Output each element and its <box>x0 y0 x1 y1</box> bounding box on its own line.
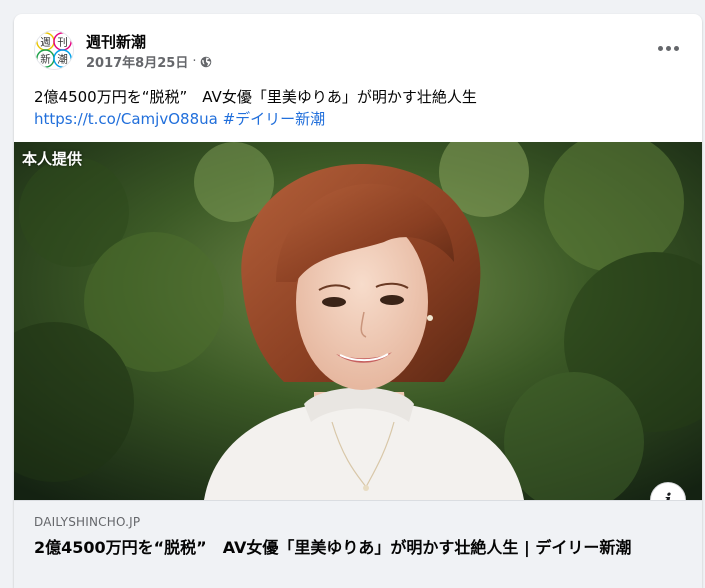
post-meta: 2017年8月25日 · <box>86 52 212 71</box>
post-links-line: https://t.co/CamjvO88ua #デイリー新潮 <box>34 108 684 130</box>
post-message: 2億4500万円を“脱税” AV女優「里美ゆりあ」が明かす壮絶人生 https:… <box>34 86 684 130</box>
more-icon <box>665 45 671 51</box>
avatar[interactable]: 週 刊 新 潮 <box>34 30 74 70</box>
globe-icon <box>201 56 212 67</box>
post-card: 週 刊 新 潮 週刊新潮 2017年8月25日 · 2億4500万円を“脱税” … <box>14 14 702 588</box>
post-url-link[interactable]: https://t.co/CamjvO88ua <box>34 110 218 128</box>
portrait-photo <box>14 142 702 500</box>
image-caption: 本人提供 <box>22 150 83 168</box>
hashtag-link[interactable]: #デイリー新潮 <box>223 110 326 128</box>
meta-separator: · <box>192 54 197 69</box>
avatar-logo-icon: 週 刊 新 潮 <box>35 31 73 69</box>
more-icon <box>673 45 679 51</box>
avatar-char: 週 <box>40 36 51 48</box>
link-preview-image[interactable]: 本人提供 <box>14 142 702 500</box>
more-options-button[interactable] <box>650 34 686 62</box>
link-title[interactable]: 2億4500万円を“脱税” AV女優「里美ゆりあ」が明かす壮絶人生 | デイリー… <box>34 537 674 559</box>
more-icon <box>657 45 663 51</box>
page-name[interactable]: 週刊新潮 <box>86 31 146 52</box>
link-domain: DAILYSHINCHO.JP <box>34 515 141 529</box>
avatar-char: 潮 <box>57 52 67 65</box>
post-text-line: 2億4500万円を“脱税” AV女優「里美ゆりあ」が明かす壮絶人生 <box>34 88 477 106</box>
avatar-char: 新 <box>40 52 50 65</box>
link-preview[interactable]: DAILYSHINCHO.JP 2億4500万円を“脱税” AV女優「里美ゆりあ… <box>14 500 702 588</box>
post-date[interactable]: 2017年8月25日 <box>86 52 188 71</box>
avatar-char: 刊 <box>57 36 67 48</box>
post-header: 週 刊 新 潮 週刊新潮 2017年8月25日 · <box>14 14 702 86</box>
